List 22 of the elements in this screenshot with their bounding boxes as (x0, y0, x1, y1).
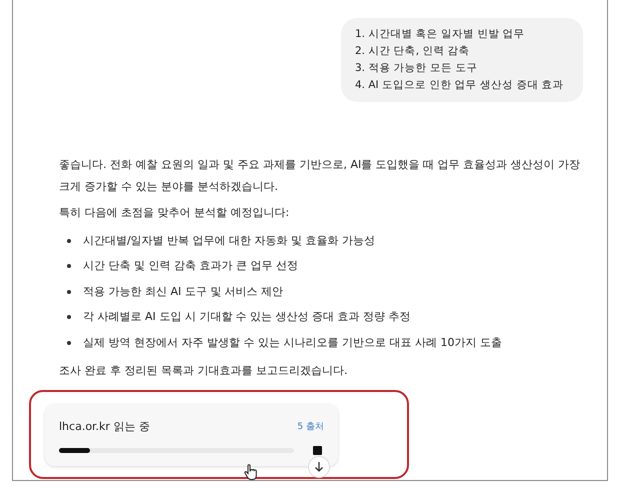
stop-button[interactable] (313, 446, 322, 454)
bullet-icon (67, 238, 71, 243)
message-line: 3. 적용 가능한 모든 도구 (355, 61, 478, 76)
bullet-icon (67, 315, 71, 320)
status-text: lhca.or.kr 읽는 중 (59, 418, 150, 434)
paragraph: 조사 완료 후 정리된 목록과 기대효과를 보고드리겠습니다. (59, 362, 348, 378)
message-line: 1. 시간대별 혹은 일자별 빈발 업무 (355, 27, 526, 42)
message-line: 2. 시간 단축, 인력 감축 (355, 44, 471, 59)
message-line: 4. AI 도입으로 인한 업무 생산성 증대 효과 (355, 78, 565, 93)
bullet-icon (67, 340, 71, 345)
bullet-icon (67, 290, 71, 294)
scroll-down-button[interactable] (308, 456, 330, 478)
paragraph: 좋습니다. 전화 예찰 요원의 일과 및 주요 과제를 기반으로, AI를 도입했을 때 업무 효율성과 생산성이 가장 크게 증가할 수 있는 분야를 분석하겠습니다. (59, 157, 582, 195)
arrow-down-icon (314, 461, 324, 472)
bullet-icon (67, 264, 71, 268)
list-item: 시간 단축 및 인력 감축 효과가 큰 업무 선정 (83, 258, 298, 274)
list-item: 시간대별/일자별 반복 업무에 대한 자동화 및 효율화 가능성 (83, 232, 376, 249)
list-item: 적용 가능한 최신 AI 도구 및 서비스 제안 (83, 284, 284, 300)
paragraph: 특히 다음에 초점을 맞추어 분석할 예정입니다: (59, 205, 290, 221)
list-item: 실제 방역 현장에서 자주 발생할 수 있는 시나리오를 기반으로 대표 사례 10가지 도출 (83, 334, 502, 351)
sources-link[interactable]: 5 출처 (297, 416, 324, 438)
list-item: 각 사례별로 AI 도입 시 기대할 수 있는 생산성 증대 효과 정량 추정 (83, 309, 411, 326)
